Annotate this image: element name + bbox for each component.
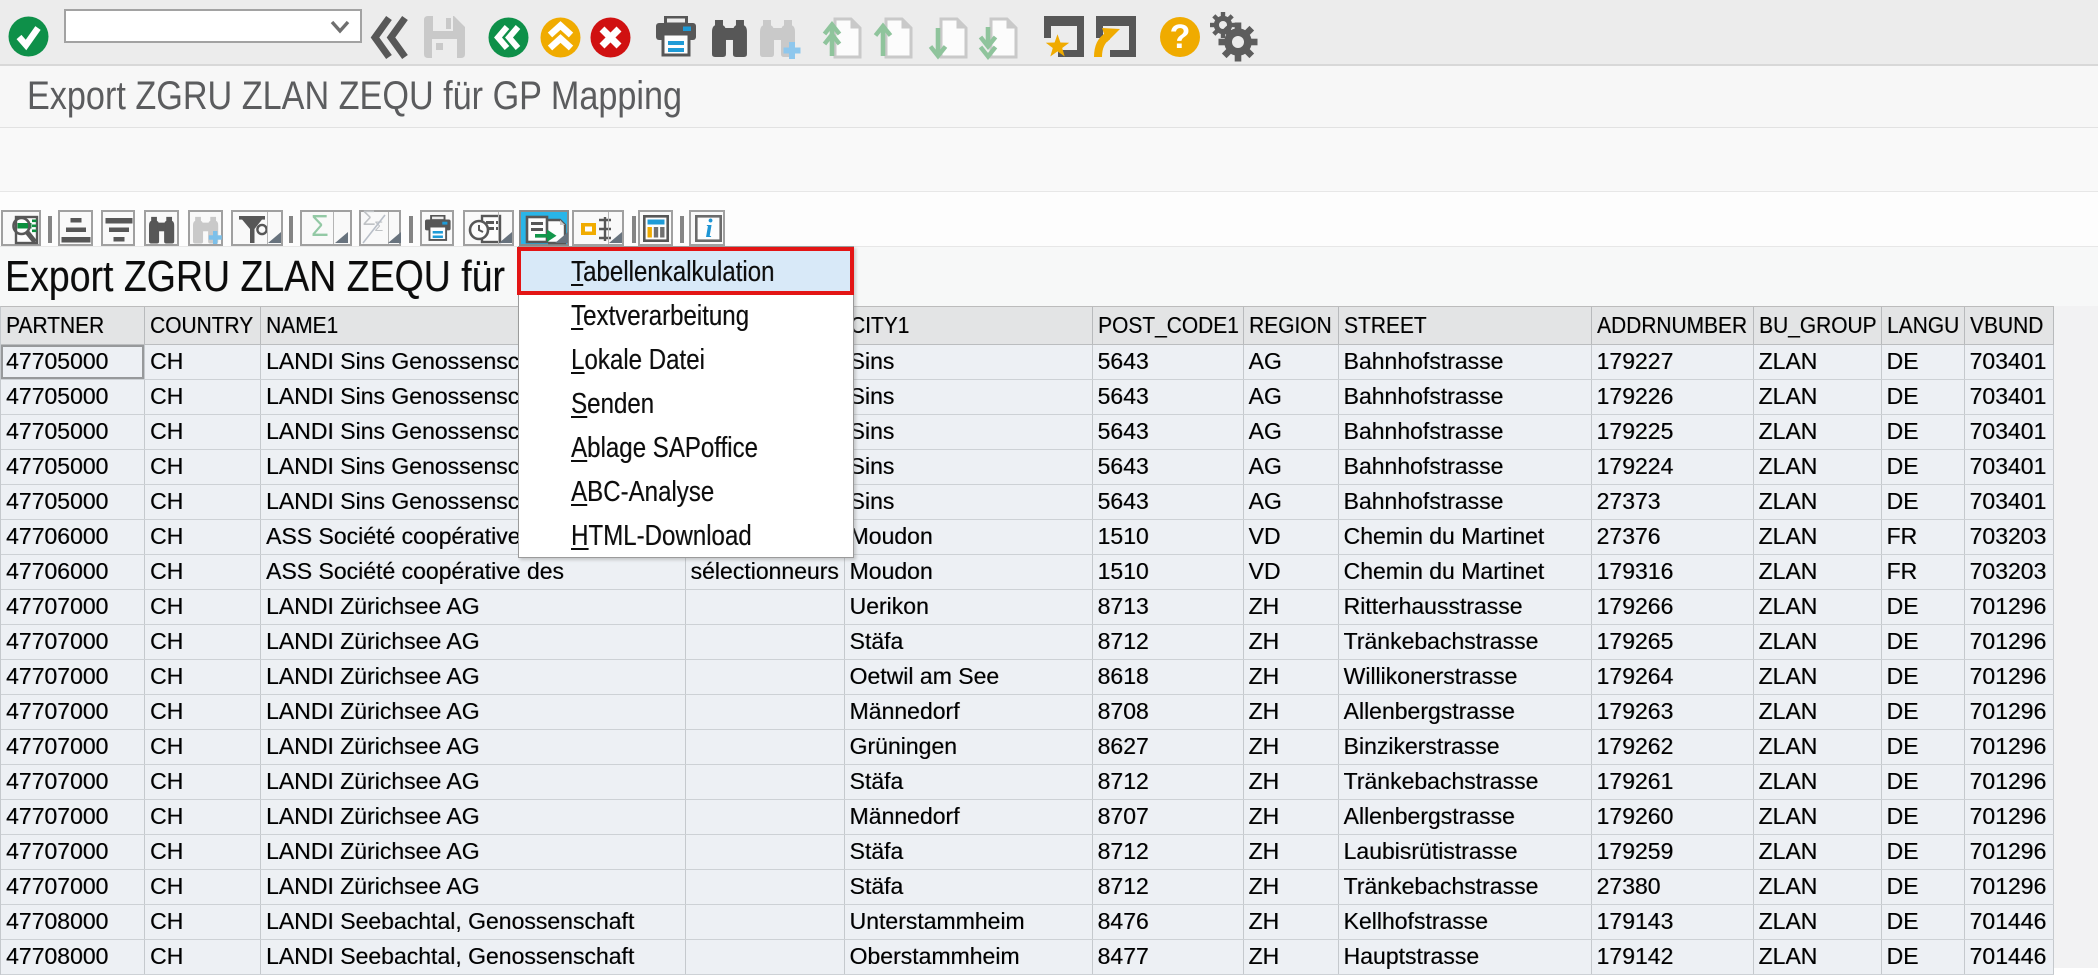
svg-text:i: i [705,214,713,243]
svg-text:?: ? [1170,18,1191,56]
